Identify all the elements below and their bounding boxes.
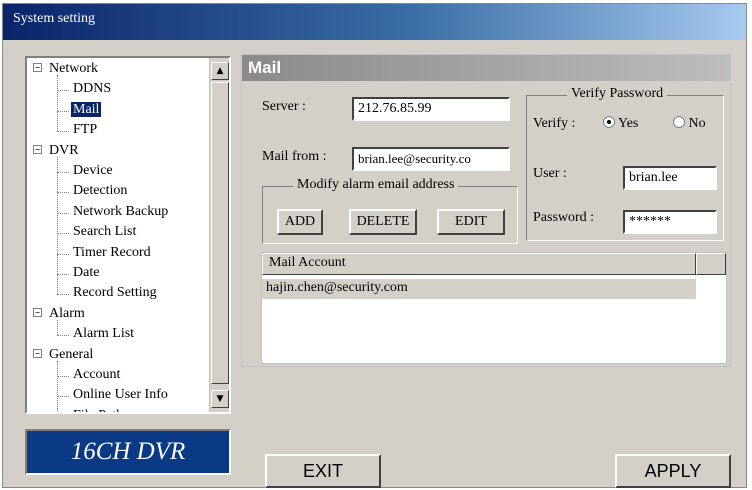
tree-item-label: Online User Info <box>73 387 168 403</box>
tree-item-label: Alarm List <box>73 326 135 342</box>
tree-item-label: Account <box>73 367 121 382</box>
tree-item-general[interactable]: − General <box>33 345 95 365</box>
tree-connector <box>57 396 69 398</box>
scrollbar-thumb[interactable] <box>211 82 229 384</box>
tree-item-label: Search List <box>73 224 137 240</box>
tree-item-search-list[interactable]: Search List <box>71 222 138 242</box>
tree-item-network-backup[interactable]: Network Backup <box>71 202 170 222</box>
tree-connector <box>57 172 69 173</box>
tree-connector <box>57 212 69 214</box>
verify-yes-option[interactable]: Yes <box>603 116 638 132</box>
mail-from-input[interactable]: brian.lee@security.co <box>352 147 510 171</box>
verify-no-label: No <box>688 116 706 131</box>
apply-button[interactable]: APPLY <box>615 454 731 488</box>
modify-email-group-title: Modify alarm email address <box>293 177 459 193</box>
verify-label: Verify : <box>533 116 576 131</box>
mail-account-list[interactable]: Mail Account hajin.chen@security.com <box>261 252 727 364</box>
tree-item-date[interactable]: Date <box>71 263 101 283</box>
tree-item-label: Mail <box>71 101 102 117</box>
user-input[interactable]: brian.lee <box>623 166 717 190</box>
tree-item-online-user-info[interactable]: Online User Info <box>71 385 170 405</box>
tree-item-detection[interactable]: Detection <box>71 181 129 201</box>
tree-item-label: FTP <box>73 122 98 138</box>
tree-connector <box>57 110 69 112</box>
verify-no-radio[interactable] <box>673 116 685 128</box>
tree-item-ddns[interactable]: DDNS <box>71 79 113 99</box>
tree-item-label: General <box>49 346 94 362</box>
tree-item-ftp[interactable]: FTP <box>71 120 99 140</box>
tree-item-label: Network <box>49 61 98 76</box>
password-input[interactable]: ****** <box>623 210 717 234</box>
tree-connector <box>57 335 69 337</box>
tree-item-label: Network Backup <box>73 203 169 219</box>
tree-item-label: Detection <box>73 183 128 199</box>
add-button[interactable]: ADD <box>277 209 323 235</box>
collapse-icon[interactable]: − <box>33 144 42 154</box>
mail-account-row[interactable]: hajin.chen@security.com <box>262 279 696 299</box>
exit-button[interactable]: EXIT <box>265 454 381 488</box>
tree-connector <box>57 75 58 132</box>
tree-item-alarm-list[interactable]: Alarm List <box>71 324 136 344</box>
tree-connector <box>57 131 69 133</box>
modify-email-group: Modify alarm email address ADD DELETE ED… <box>262 177 518 244</box>
tree-connector <box>57 253 69 255</box>
tree-connector <box>57 90 69 92</box>
tree-connector <box>57 192 69 194</box>
tree-scrollbar[interactable]: ▲ ▼ <box>209 58 229 412</box>
tree-item-mail[interactable]: Mail <box>71 100 102 120</box>
verify-yes-radio[interactable] <box>603 116 615 128</box>
user-label: User : <box>533 166 567 181</box>
tree-connector <box>57 294 69 296</box>
delete-button[interactable]: DELETE <box>349 209 417 235</box>
tree-item-label: File Path <box>71 408 125 412</box>
tree-item-device[interactable]: Device <box>71 161 115 181</box>
tree-connector <box>57 156 58 295</box>
verify-yes-label: Yes <box>617 116 639 131</box>
window-title: System setting <box>13 11 96 26</box>
system-setting-window: System setting − Network DDNS Mail FTP − DVR De… <box>2 3 747 488</box>
tree-item-label: DVR <box>49 142 79 158</box>
title-bar: System setting <box>3 4 746 40</box>
verify-password-group: Verify Password Verify : Yes No User : b… <box>526 86 724 241</box>
tree-connector <box>57 376 69 377</box>
tree-item-label: Alarm <box>49 305 85 321</box>
scroll-up-arrow-icon[interactable]: ▲ <box>211 62 229 80</box>
tree-item-file-path[interactable]: File Path <box>71 406 125 412</box>
tree-connector <box>57 274 69 275</box>
verify-password-group-title: Verify Password <box>567 86 668 102</box>
extra-column-header <box>696 253 726 275</box>
collapse-icon[interactable]: − <box>33 348 42 358</box>
tree-item-network[interactable]: − Network <box>33 59 100 79</box>
mail-account-column-header[interactable]: Mail Account <box>262 253 696 275</box>
tree-item-label: Record Setting <box>73 285 157 301</box>
tree-item-alarm[interactable]: − Alarm <box>33 304 87 324</box>
tree-connector <box>57 360 58 412</box>
tree-connector <box>57 319 58 336</box>
scroll-down-arrow-icon[interactable]: ▼ <box>211 390 229 408</box>
verify-no-option[interactable]: No <box>673 116 706 132</box>
tree-item-label: Device <box>73 163 113 178</box>
server-label: Server : <box>262 99 306 114</box>
product-logo: 16CH DVR <box>25 429 231 475</box>
tree-item-record-setting[interactable]: Record Setting <box>71 283 159 303</box>
password-label: Password : <box>533 210 595 225</box>
tree-item-label: Timer Record <box>73 244 151 260</box>
tree-item-timer-record[interactable]: Timer Record <box>71 243 153 263</box>
mail-from-label: Mail from : <box>262 149 327 164</box>
server-input[interactable]: 212.76.85.99 <box>352 97 510 121</box>
collapse-icon[interactable]: − <box>33 307 42 317</box>
settings-tree[interactable]: − Network DDNS Mail FTP − DVR Device Detection Ne… <box>25 56 231 414</box>
panel-title: Mail <box>242 55 730 81</box>
edit-button[interactable]: EDIT <box>437 209 505 235</box>
tree-item-label: Date <box>73 265 100 280</box>
tree-item-label: DDNS <box>73 81 112 97</box>
tree-item-account[interactable]: Account <box>71 365 122 385</box>
tree-connector <box>57 233 69 235</box>
collapse-icon[interactable]: − <box>33 63 42 72</box>
